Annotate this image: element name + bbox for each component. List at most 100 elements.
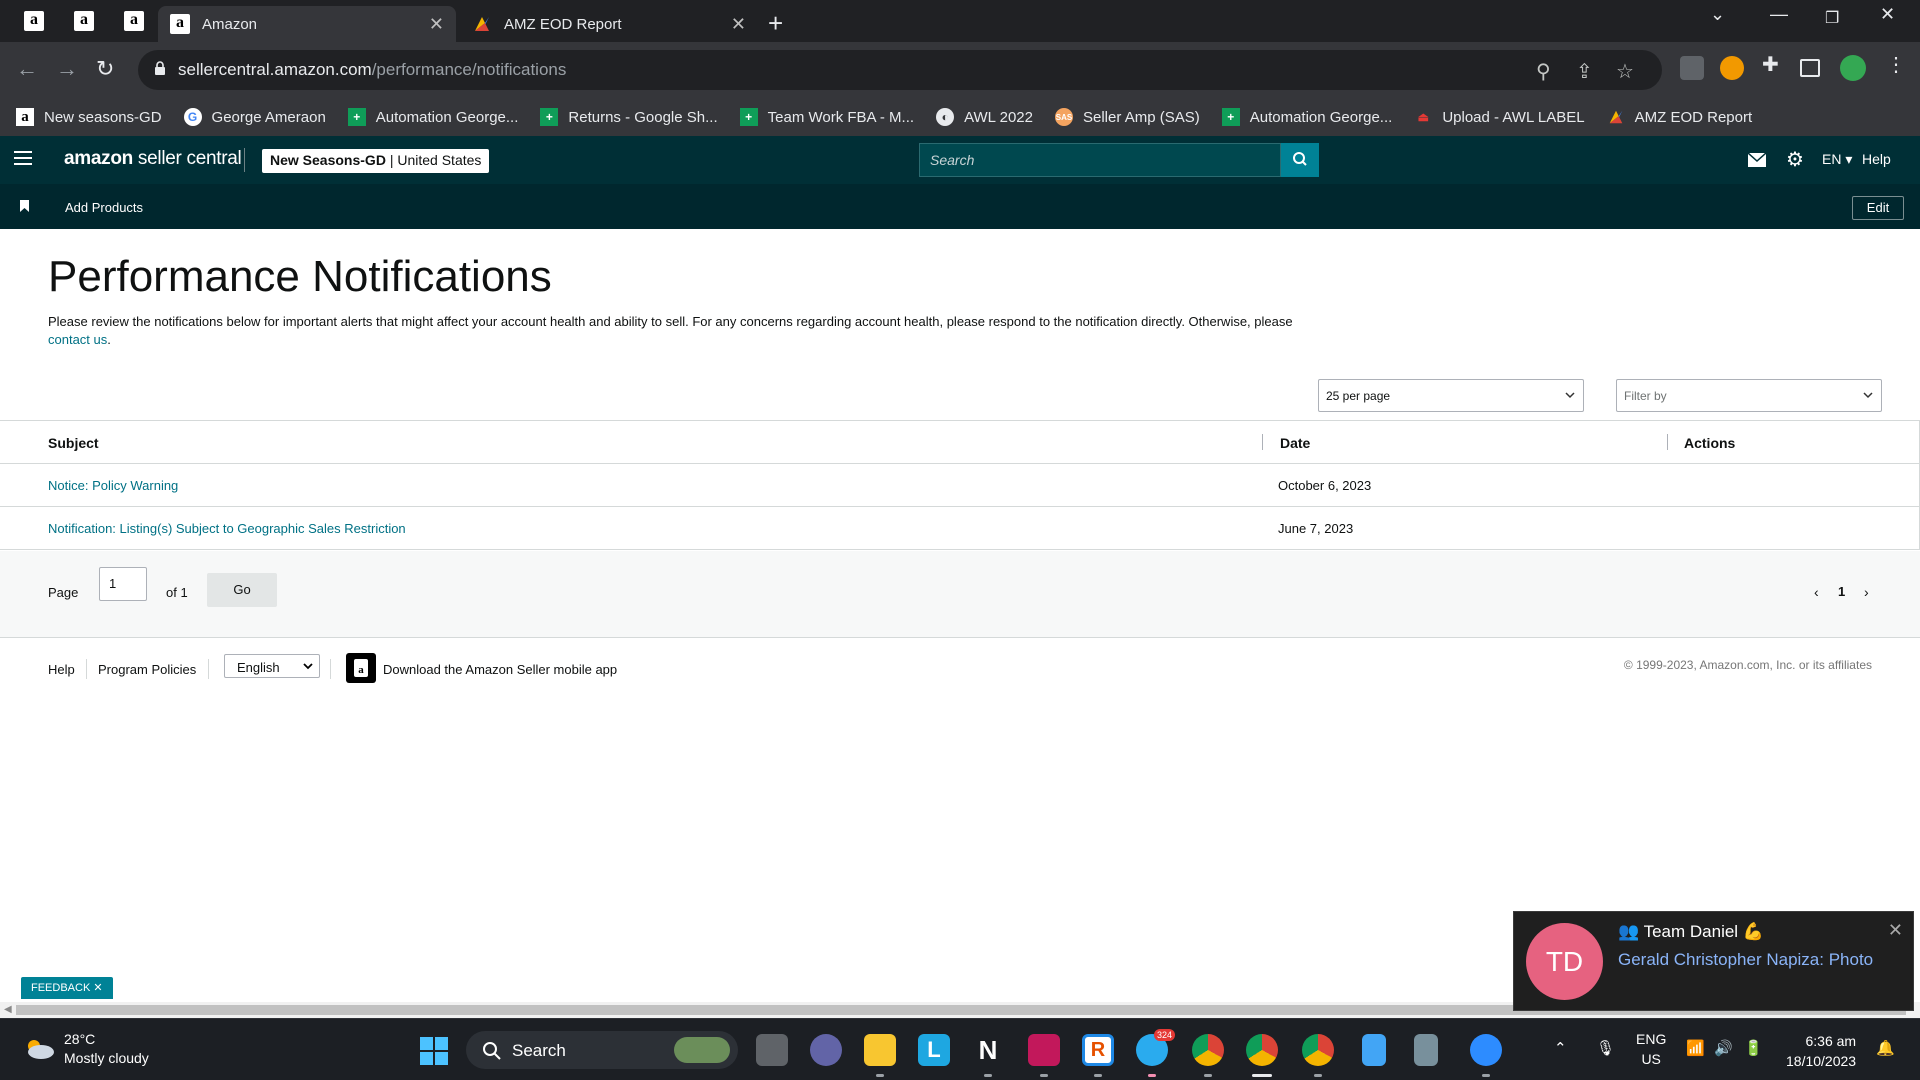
store-switcher[interactable]: New Seasons-GD | United States — [262, 149, 490, 173]
notification-bell-icon[interactable]: 🔔 — [1876, 1039, 1895, 1057]
hamburger-menu-icon[interactable] — [14, 151, 32, 167]
close-window-icon[interactable]: ✕ — [1880, 4, 1895, 25]
toast-title: 👥 Team Daniel 💪 — [1618, 922, 1764, 941]
bookmark-amz-eod[interactable]: AMZ EOD Report — [1607, 108, 1752, 126]
l-app-icon[interactable]: L — [918, 1034, 950, 1066]
menu-kebab-icon[interactable]: ⋮ — [1886, 52, 1906, 77]
windows-start-icon[interactable] — [420, 1037, 448, 1065]
pinned-tab-amazon-2[interactable]: a — [62, 6, 106, 36]
n-app-icon[interactable]: N — [972, 1034, 1004, 1066]
lock-icon[interactable] — [154, 61, 166, 75]
extension-off-icon[interactable] — [1680, 56, 1704, 80]
weather-temperature[interactable]: 28°C — [64, 1031, 95, 1047]
volume-icon[interactable]: 🔊 — [1714, 1039, 1733, 1057]
bookmark-seller-amp[interactable]: SAS Seller Amp (SAS) — [1055, 108, 1200, 126]
toast-message: Gerald Christopher Napiza: Photo — [1618, 950, 1874, 969]
search-input[interactable]: Search — [919, 143, 1281, 177]
extension-orange-icon[interactable] — [1720, 56, 1744, 80]
wifi-icon[interactable]: 📶 — [1686, 1039, 1705, 1057]
reload-icon[interactable]: ↻ — [96, 56, 114, 82]
bookmark-automation-1[interactable]: + Automation George... — [347, 108, 518, 126]
next-page-icon[interactable]: › — [1864, 584, 1869, 600]
bookmark-upload-awl[interactable]: ⏏ Upload - AWL LABEL — [1414, 108, 1585, 126]
seller-central-logo[interactable]: amazon seller central — [64, 148, 242, 170]
per-page-select[interactable]: 25 per page — [1318, 379, 1584, 412]
new-tab-icon[interactable]: + — [768, 8, 783, 39]
bookmark-returns[interactable]: + Returns - Google Sh... — [540, 108, 718, 126]
input-language[interactable]: ENG US — [1636, 1029, 1666, 1069]
weather-condition[interactable]: Mostly cloudy — [64, 1050, 149, 1066]
pinned-tab-amazon-1[interactable]: a — [12, 6, 56, 36]
scroll-left-icon[interactable]: ◀ — [4, 1004, 12, 1015]
feedback-button[interactable]: FEEDBACK ✕ — [21, 977, 113, 999]
cloudy-weather-icon[interactable] — [22, 1037, 56, 1059]
tab-search-icon[interactable]: ⌄ — [1710, 4, 1725, 25]
calculator-icon[interactable] — [1414, 1034, 1438, 1066]
bookmark-awl-2022[interactable]: ◐ AWL 2022 — [936, 108, 1033, 126]
column-resizer[interactable] — [1262, 434, 1263, 450]
bookmark-star-icon[interactable]: ☆ — [1616, 59, 1634, 84]
language-switcher[interactable]: EN ▾ — [1822, 151, 1852, 168]
help-link[interactable]: Help — [1862, 151, 1891, 167]
pinned-tab-amazon-3[interactable]: a — [112, 6, 156, 36]
mail-icon[interactable] — [1748, 153, 1766, 167]
column-header-date[interactable]: Date — [1280, 435, 1310, 451]
tab-amazon[interactable]: a Amazon ✕ — [158, 6, 456, 42]
column-header-subject[interactable]: Subject — [48, 435, 99, 451]
teams-chat-icon[interactable] — [810, 1034, 842, 1066]
chrome-profile-1-icon[interactable] — [1192, 1034, 1224, 1066]
footer-help-link[interactable]: Help — [48, 662, 75, 677]
file-explorer-icon[interactable] — [864, 1034, 896, 1066]
search-button[interactable] — [1281, 143, 1319, 177]
program-policies-link[interactable]: Program Policies — [98, 662, 196, 677]
extensions-puzzle-icon[interactable]: ✚ — [1762, 52, 1779, 77]
seller-app-icon[interactable]: a — [346, 653, 376, 683]
r-app-icon[interactable]: R — [1082, 1034, 1114, 1066]
microphone-icon[interactable]: 🎙 — [1596, 1039, 1615, 1057]
task-view-icon[interactable] — [756, 1034, 788, 1066]
close-tab-icon[interactable]: ✕ — [429, 14, 444, 35]
battery-icon[interactable]: 🔋 — [1744, 1039, 1763, 1057]
previous-page-icon[interactable]: ‹ — [1814, 584, 1819, 600]
forward-icon[interactable]: → — [56, 56, 78, 82]
zoom-icon[interactable]: ⚲ — [1536, 59, 1551, 84]
search-icon — [483, 1042, 501, 1060]
notification-subject-link[interactable]: Notification: Listing(s) Subject to Geog… — [48, 521, 406, 536]
download-app-link[interactable]: Download the Amazon Seller mobile app — [383, 662, 617, 677]
close-icon[interactable]: ✕ — [93, 982, 102, 994]
tab-amz-eod-report[interactable]: AMZ EOD Report ✕ — [460, 6, 758, 42]
bookmark-george-ameraon[interactable]: G George Ameraon — [183, 108, 326, 126]
contact-us-link[interactable]: contact us — [48, 332, 107, 347]
bookmark-new-seasons[interactable]: a New seasons-GD — [16, 108, 162, 126]
footer-language-select[interactable]: English — [224, 654, 320, 678]
page-number-input[interactable]: 1 — [99, 567, 147, 601]
address-bar[interactable]: sellercentral.amazon.com/performance/not… — [138, 50, 1662, 90]
bookmark-team-work[interactable]: + Team Work FBA - M... — [739, 108, 914, 126]
side-panel-icon[interactable] — [1800, 59, 1820, 77]
notification-subject-link[interactable]: Notice: Policy Warning — [48, 478, 178, 493]
settings-gear-icon[interactable]: ⚙ — [1786, 147, 1804, 172]
profile-avatar[interactable] — [1840, 55, 1866, 81]
taskbar-search[interactable]: Search — [466, 1031, 738, 1069]
chrome-profile-3-icon[interactable] — [1302, 1034, 1334, 1066]
filter-select[interactable]: Filter by — [1616, 379, 1882, 412]
w-app-icon[interactable] — [1028, 1034, 1060, 1066]
back-icon[interactable]: ← — [16, 56, 38, 82]
chrome-profile-2-icon[interactable] — [1246, 1034, 1278, 1066]
system-clock[interactable]: 6:36 am 18/10/2023 — [1786, 1031, 1856, 1071]
bookmark-automation-2[interactable]: + Automation George... — [1221, 108, 1392, 126]
edit-button[interactable]: Edit — [1852, 196, 1904, 220]
add-products-link[interactable]: Add Products — [65, 200, 143, 215]
current-page-number[interactable]: 1 — [1838, 584, 1845, 599]
close-toast-icon[interactable]: ✕ — [1888, 920, 1903, 941]
minimize-icon[interactable]: — — [1770, 4, 1788, 25]
column-resizer[interactable] — [1667, 434, 1668, 450]
share-icon[interactable]: ⇪ — [1576, 59, 1593, 84]
go-button[interactable]: Go — [207, 573, 277, 607]
close-tab-icon[interactable]: ✕ — [731, 14, 746, 35]
zoom-icon[interactable] — [1470, 1034, 1502, 1066]
restore-icon[interactable]: ❐ — [1825, 8, 1839, 28]
tray-overflow-icon[interactable]: ⌃ — [1554, 1039, 1567, 1057]
notepad-icon[interactable] — [1362, 1034, 1386, 1066]
chat-notification-toast[interactable]: TD 👥 Team Daniel 💪 Gerald Christopher Na… — [1513, 911, 1914, 1011]
